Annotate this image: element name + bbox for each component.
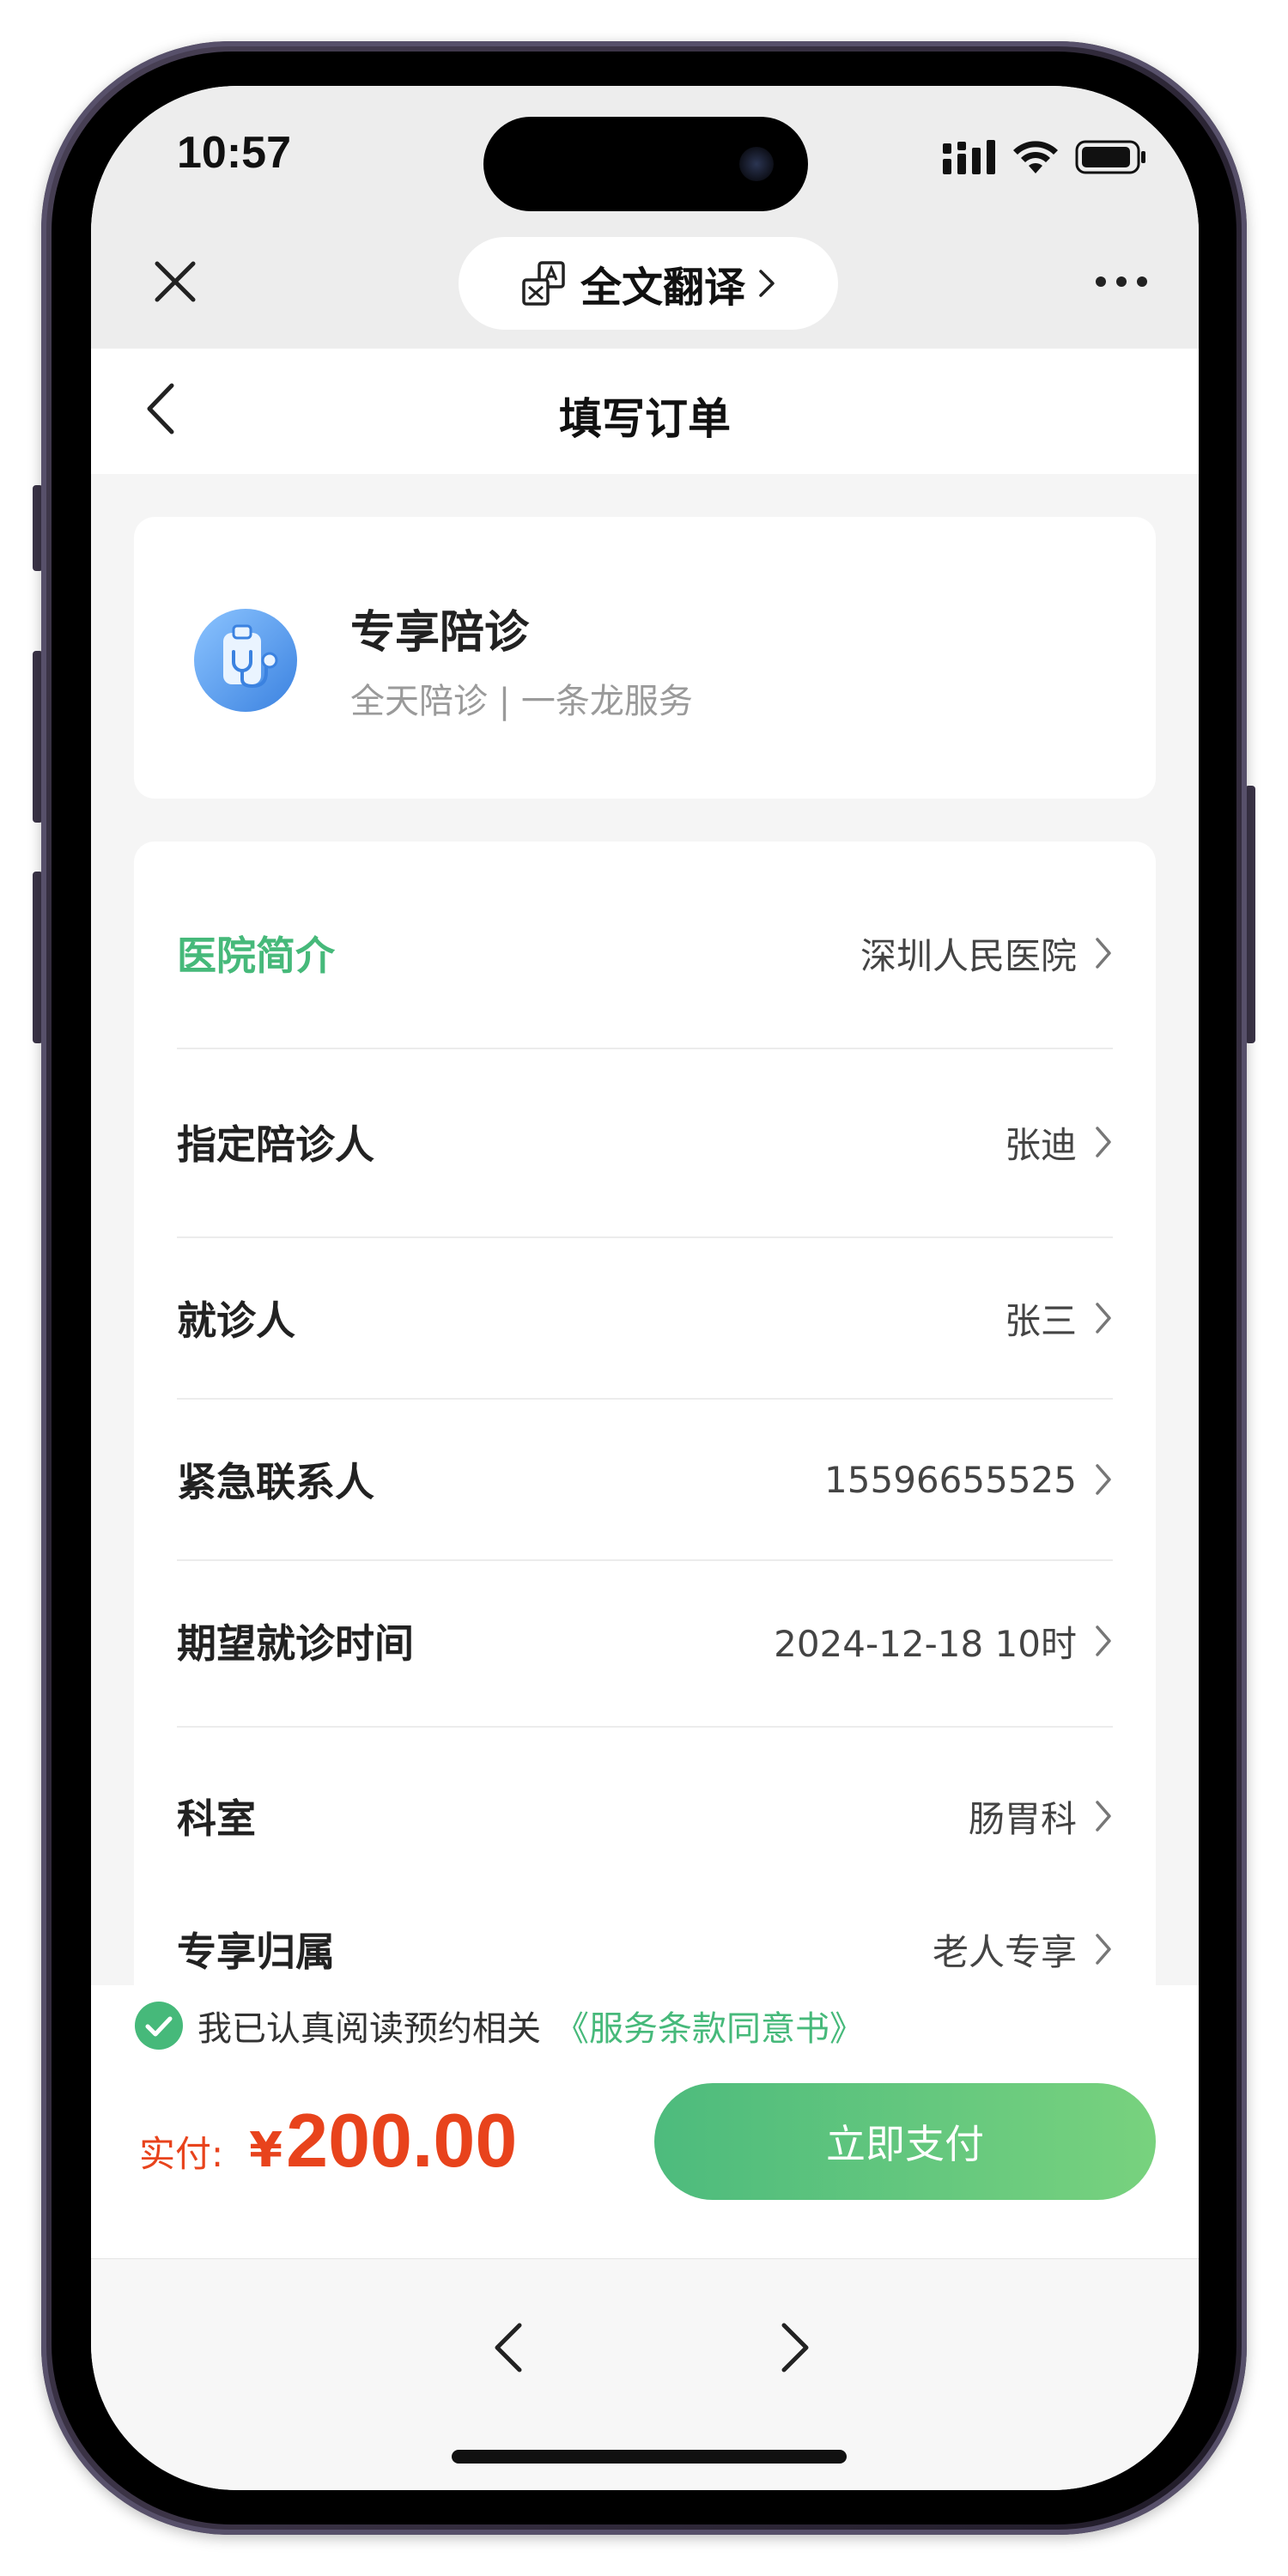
chevron-right-icon — [1096, 1625, 1111, 1656]
browser-bottom-bar — [91, 2258, 1199, 2490]
chevron-right-icon — [1096, 1127, 1111, 1157]
form-row-value: 深圳人民医院 — [860, 934, 1077, 977]
more-options-button[interactable] — [1087, 249, 1156, 314]
form-row-hospital[interactable]: 医院简介 深圳人民医院 — [177, 910, 1113, 996]
close-button[interactable] — [143, 249, 208, 314]
page-header: 填写订单 — [91, 349, 1199, 474]
close-icon — [155, 261, 196, 302]
form-row-label: 医院简介 — [177, 933, 335, 979]
form-row-value: 张迪 — [1004, 1123, 1077, 1166]
price-amount: 200.00 — [286, 2098, 518, 2183]
agreement-text: 我已认真阅读预约相关 — [197, 2009, 541, 2049]
terms-link[interactable]: 《服务条款同意书》 — [555, 2001, 864, 2050]
pay-now-button[interactable]: 立即支付 — [654, 2083, 1156, 2200]
service-name: 专享陪诊 — [350, 607, 530, 659]
chevron-right-icon — [1096, 1801, 1111, 1832]
row-divider — [177, 1236, 1113, 1238]
chevron-right-icon — [1096, 1934, 1111, 1965]
form-row-visit-time[interactable]: 期望就诊时间 2024-12-18 10时 — [177, 1598, 1113, 1684]
order-form: 医院简介 深圳人民医院 指定陪诊人 张迪 就诊人 张三 紧急联系人 155966… — [134, 841, 1156, 2078]
form-row-department[interactable]: 科室 肠胃科 — [177, 1773, 1113, 1859]
form-row-label: 期望就诊时间 — [177, 1620, 414, 1667]
translate-button[interactable]: 全文翻译 — [459, 237, 838, 330]
form-row-value: 2024-12-18 10时 — [774, 1622, 1077, 1665]
form-row-label: 专享归属 — [177, 1929, 335, 1975]
service-description: 全天陪诊 | 一条龙服务 — [350, 682, 693, 721]
row-divider — [177, 1398, 1113, 1400]
chevron-right-icon — [1096, 1464, 1111, 1495]
chevron-right-icon — [1096, 1303, 1111, 1334]
form-row-value: 肠胃科 — [968, 1797, 1077, 1840]
page-title: 填写订单 — [559, 394, 731, 444]
medical-service-icon — [194, 609, 297, 712]
dynamic-island — [483, 117, 808, 211]
form-row-value: 15596655525 — [824, 1458, 1077, 1501]
payment-bar: 我已认真阅读预约相关 《服务条款同意书》 实付: ¥ 200.00 立即支付 — [91, 1985, 1199, 2258]
cellular-signal-icon — [943, 140, 995, 174]
form-row-value: 张三 — [1004, 1299, 1077, 1342]
home-indicator[interactable] — [452, 2450, 847, 2464]
form-row-exclusive-group[interactable]: 专享归属 老人专享 — [177, 1906, 1113, 1992]
browser-back-button[interactable] — [469, 2309, 546, 2386]
form-row-label: 紧急联系人 — [177, 1459, 374, 1505]
battery-icon — [1075, 140, 1145, 174]
row-divider — [177, 1726, 1113, 1728]
form-row-label: 指定陪诊人 — [177, 1121, 374, 1168]
agreement-row: 我已认真阅读预约相关 《服务条款同意书》 — [134, 2001, 864, 2050]
form-row-companion[interactable]: 指定陪诊人 张迪 — [177, 1099, 1113, 1185]
row-divider — [177, 1559, 1113, 1561]
form-row-label: 科室 — [177, 1795, 256, 1842]
status-bar: 10:57 — [91, 86, 1199, 215]
status-time: 10:57 — [177, 128, 291, 178]
browser-toolbar: 全文翻译 — [91, 215, 1199, 349]
wifi-icon — [1013, 141, 1058, 173]
browser-forward-button[interactable] — [757, 2309, 835, 2386]
form-row-emergency-contact[interactable]: 紧急联系人 15596655525 — [177, 1437, 1113, 1522]
row-divider — [177, 1048, 1113, 1049]
chevron-right-icon — [1096, 938, 1111, 969]
phone-screen: 10:57 全文翻译 填写订单 专享陪诊 全天陪诊 | 一条龙服务 医院简介 深… — [91, 86, 1199, 2490]
form-row-label: 就诊人 — [177, 1297, 295, 1344]
form-row-value: 老人专享 — [932, 1930, 1077, 1973]
chevron-right-icon — [759, 270, 775, 297]
status-icons — [943, 139, 1147, 175]
more-icon — [1096, 276, 1147, 287]
checkbox-checked-icon[interactable] — [134, 2001, 184, 2050]
chevron-left-icon — [495, 2323, 522, 2372]
front-camera-icon — [739, 147, 774, 181]
service-card: 专享陪诊 全天陪诊 | 一条龙服务 — [134, 517, 1156, 799]
form-row-patient[interactable]: 就诊人 张三 — [177, 1275, 1113, 1361]
price-currency: ¥ — [249, 2123, 283, 2178]
price-summary: 实付: ¥ 200.00 — [139, 2097, 517, 2184]
price-label: 实付: — [139, 2133, 224, 2175]
chevron-right-icon — [781, 2323, 809, 2372]
translate-label: 全文翻译 — [580, 264, 745, 312]
translate-icon — [522, 261, 565, 306]
